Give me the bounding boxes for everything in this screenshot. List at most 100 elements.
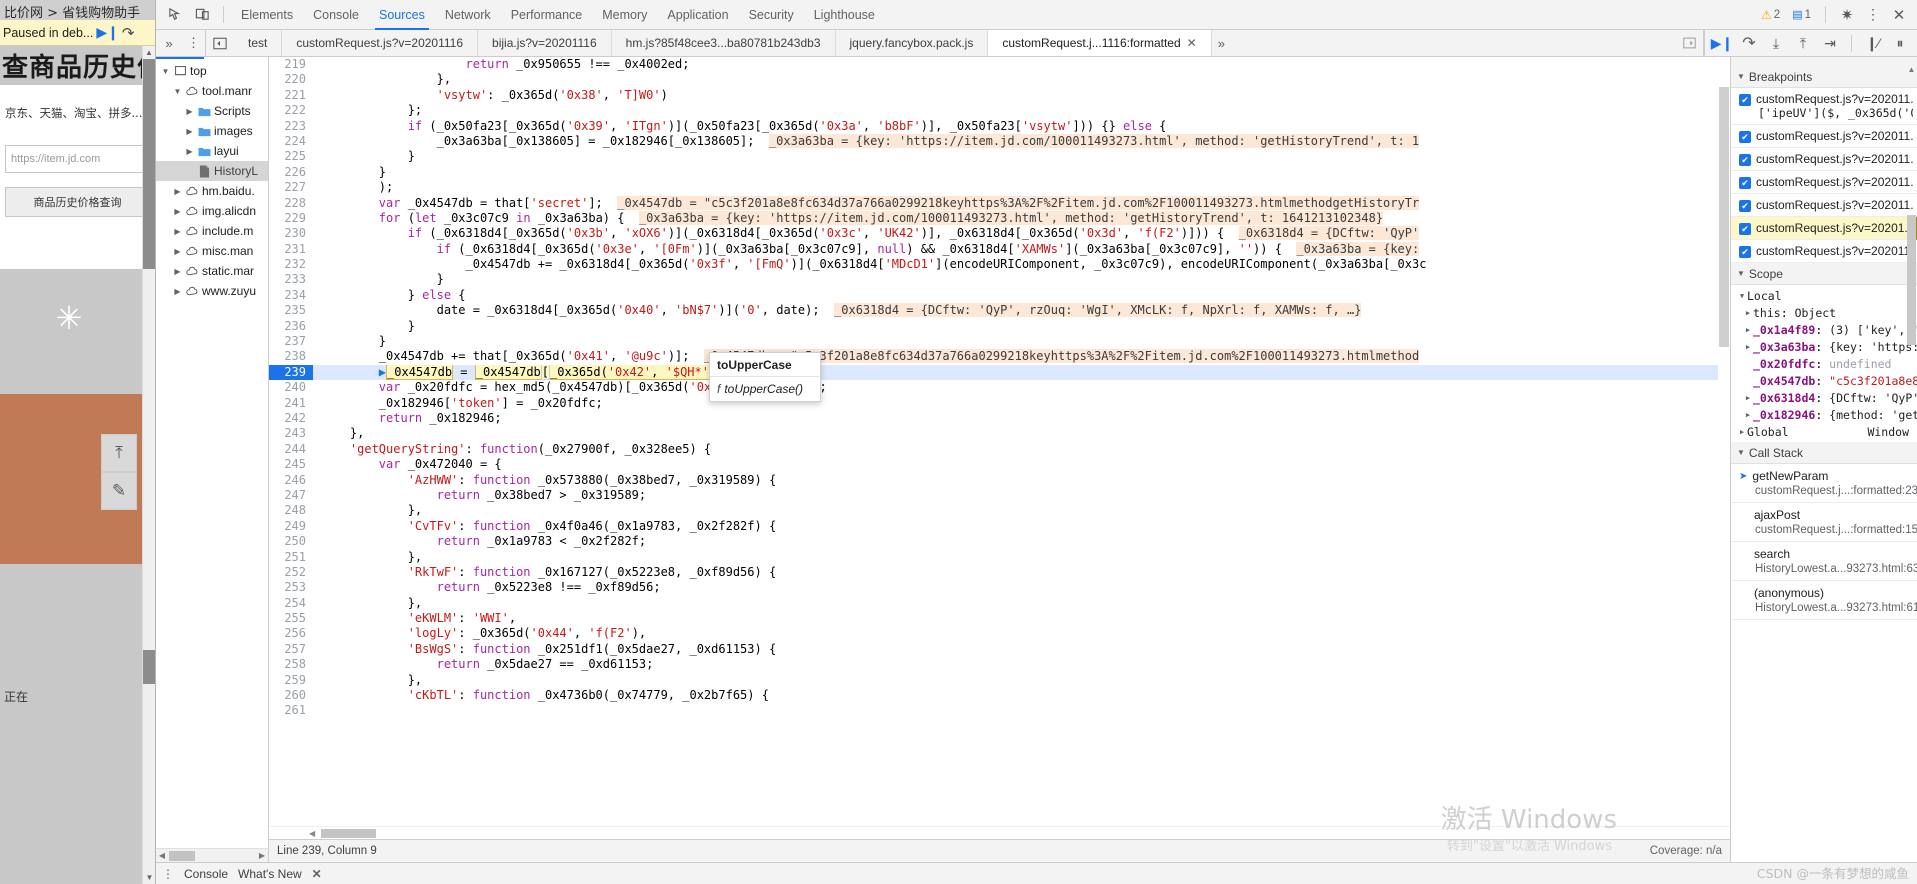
code-line-text[interactable]: 'vsytw': _0x365d('0x38', 'T]W0') — [313, 88, 668, 103]
navigator-menu-icon[interactable]: ⋮ — [182, 30, 206, 56]
resume-icon[interactable]: ▶❙ — [96, 24, 119, 41]
line-number[interactable]: 229 — [269, 210, 313, 227]
code-line[interactable]: 226 } — [269, 164, 1730, 181]
code-line-text[interactable]: 'eKWLM': 'WWI', — [313, 611, 516, 626]
code-line-text[interactable]: } — [313, 334, 386, 349]
callstack-section-header[interactable]: ▼ Call Stack — [1731, 442, 1917, 464]
code-line-text[interactable]: _0x4547db += that[_0x365d('0x41', '@u9c'… — [313, 349, 1420, 364]
tree-node-include-m[interactable]: ▶ include.m — [156, 221, 268, 241]
line-number[interactable]: 249 — [269, 518, 313, 535]
more-vertical-icon[interactable]: ⋮ — [1861, 2, 1885, 28]
warning-count-badge[interactable]: ⚠ 2 — [1756, 7, 1785, 23]
code-line[interactable]: 259 }, — [269, 672, 1730, 689]
tree-node-layui[interactable]: ▶ layui — [156, 141, 268, 161]
code-line[interactable]: 246 'AzHWW': function _0x573880(_0x38bed… — [269, 472, 1730, 488]
code-line-text[interactable]: }, — [313, 503, 422, 518]
tab-performance[interactable]: Performance — [501, 0, 593, 30]
scope-row[interactable]: ▶ this: Object — [1731, 304, 1917, 321]
tab-security[interactable]: Security — [739, 0, 804, 30]
line-number[interactable]: 258 — [269, 657, 313, 673]
step-over-next-function-call-button[interactable]: ↷ — [1736, 30, 1762, 56]
code-line-text[interactable]: }, — [313, 596, 422, 611]
breakpoint-checkbox[interactable]: ✔ — [1739, 246, 1751, 258]
code-line[interactable]: 233 } — [269, 272, 1730, 288]
line-number[interactable]: 237 — [269, 334, 313, 350]
line-number[interactable]: 246 — [269, 472, 313, 488]
code-line[interactable]: 242 return _0x182946; — [269, 410, 1730, 427]
twisty-icon[interactable]: ▶ — [1743, 343, 1753, 351]
scope-row[interactable]: _0x4547db: "c5c3f201a8e8f… — [1731, 372, 1917, 389]
breakpoint-item[interactable]: ✔ customRequest.js?v=202011... — [1731, 171, 1917, 194]
pause-on-exceptions-button[interactable]: ⏸ — [1887, 30, 1913, 56]
twisty-icon[interactable]: ▶ — [1737, 428, 1747, 436]
code-line[interactable]: 229 for (let _0x3c07c9 in _0x3a63ba) { _… — [269, 210, 1730, 227]
code-line-text[interactable]: _0x182946['token'] = _0x20fdfc; — [313, 396, 603, 411]
line-number[interactable]: 252 — [269, 564, 313, 581]
code-line-text[interactable]: return _0x1a9783 < _0x2f282f; — [313, 534, 647, 549]
line-number[interactable]: 251 — [269, 549, 313, 565]
scroll-down-arrow-icon[interactable]: ▼ — [143, 871, 155, 884]
code-line[interactable]: 257 'BsWgS': function _0x251df1(_0x5dae2… — [269, 641, 1730, 658]
code-line[interactable]: 232 _0x4547db += _0x6318d4[_0x365d('0x3f… — [269, 257, 1730, 273]
code-line[interactable]: 247 return _0x38bed7 > _0x319589; — [269, 487, 1730, 504]
inspect-element-icon[interactable] — [162, 2, 189, 28]
source-code[interactable]: 219 return _0x950655 !== _0x4002ed; 220 }… — [269, 57, 1730, 719]
code-line[interactable]: 221 'vsytw': _0x365d('0x38', 'T]W0') — [269, 87, 1730, 104]
resume-script-execution-button[interactable]: ▶❙ — [1709, 30, 1735, 56]
twisty-icon[interactable]: ▶ — [1743, 326, 1753, 334]
line-number[interactable]: 230 — [269, 226, 313, 242]
drawer-tab-whats-new[interactable]: What's New — [238, 867, 302, 881]
scope-row[interactable]: ▶ Global Window — [1731, 423, 1917, 440]
code-line[interactable]: 256 'logLy': _0x365d('0x44', 'f(F2'), — [269, 626, 1730, 642]
twisty-icon[interactable]: ▶ — [172, 287, 183, 296]
code-line-text[interactable]: 'cKbTL': function _0x4736b0(_0x74779, _0… — [313, 688, 769, 703]
code-line-text[interactable]: var _0x472040 = { — [313, 457, 502, 472]
twisty-icon[interactable]: ▶ — [184, 107, 195, 116]
line-number[interactable]: 220 — [269, 72, 313, 88]
file-tab-customrequest-formatted[interactable]: customRequest.j...1116:formatted ✕ — [988, 30, 1212, 56]
code-line[interactable]: 238 _0x4547db += that[_0x365d('0x41', '@… — [269, 349, 1730, 365]
tree-node-tool-manr[interactable]: ▼ tool.manr — [156, 81, 268, 101]
breakpoint-checkbox[interactable]: ✔ — [1739, 94, 1751, 106]
code-line[interactable]: 243 }, — [269, 426, 1730, 442]
line-number[interactable]: 234 — [269, 287, 313, 304]
line-number[interactable]: 232 — [269, 257, 313, 273]
scroll-right-arrow-icon[interactable]: ▶ — [256, 849, 268, 862]
scope-row[interactable]: ▶_0x1a4f89: (3) ['key', 'm… — [1731, 321, 1917, 338]
code-line-text[interactable]: 'logLy': _0x365d('0x44', 'f(F2'), — [313, 626, 646, 641]
tab-lighthouse[interactable]: Lighthouse — [804, 0, 885, 30]
code-line-text[interactable]: if (_0x50fa23[_0x365d('0x39', 'ITgn')](_… — [313, 119, 1167, 134]
code-line-text[interactable]: } else { — [313, 288, 466, 303]
tree-node-hm-baidu-[interactable]: ▶ hm.baidu. — [156, 181, 268, 201]
breakpoint-item[interactable]: ✔ customRequest.js?v=202011...var _0x527b… — [1731, 194, 1917, 217]
breakpoint-item[interactable]: ✔ customRequest.js?v=20201..._0x4547db = … — [1731, 217, 1917, 240]
line-number[interactable]: 221 — [269, 87, 313, 104]
product-url-input[interactable]: https://item.jd.com — [5, 145, 150, 173]
line-number[interactable]: 247 — [269, 487, 313, 504]
line-number[interactable]: 225 — [269, 149, 313, 165]
code-line[interactable]: 253 return _0x5223e8 !== _0xf89d56; — [269, 580, 1730, 596]
twisty-icon[interactable]: ▶ — [172, 187, 183, 196]
line-number[interactable]: 257 — [269, 641, 313, 658]
code-line[interactable]: 223 if (_0x50fa23[_0x365d('0x39', 'ITgn'… — [269, 118, 1730, 134]
more-vertical-icon[interactable]: ⋮ — [162, 867, 174, 881]
file-tab-test[interactable]: test — [234, 30, 283, 56]
callstack-item[interactable]: ➤ getNewParam customRequest.j...:formatted… — [1731, 464, 1917, 503]
code-line[interactable]: 260 'cKbTL': function _0x4736b0(_0x74779… — [269, 688, 1730, 704]
scrollbar-thumb[interactable] — [321, 829, 376, 838]
close-icon[interactable]: ✕ — [1887, 2, 1911, 28]
scroll-to-top-icon[interactable]: ⤒ — [101, 434, 137, 472]
line-number[interactable]: 235 — [269, 303, 313, 319]
editor-horizontal-scrollbar[interactable]: ◀ — [269, 826, 1730, 839]
line-number[interactable]: 260 — [269, 688, 313, 704]
twisty-icon[interactable]: ▶ — [184, 127, 195, 136]
step-button[interactable]: ⇥ — [1817, 30, 1843, 56]
code-line[interactable]: 224 _0x3a63ba[_0x138605] = _0x182946[_0x… — [269, 133, 1730, 150]
line-number[interactable]: 222 — [269, 103, 313, 119]
line-number[interactable]: 250 — [269, 534, 313, 550]
tree-node-historyl[interactable]: HistoryL — [156, 161, 268, 181]
scroll-left-arrow-icon[interactable]: ◀ — [156, 849, 168, 862]
callstack-item[interactable]: search HistoryLowest.a...93273.html:63 — [1731, 542, 1917, 581]
code-line-current[interactable]: 239 ▶_0x4547db = _0x4547db[_0x365d('0x42… — [269, 364, 1730, 381]
history-price-query-button[interactable]: 商品历史价格查询 — [5, 187, 150, 217]
